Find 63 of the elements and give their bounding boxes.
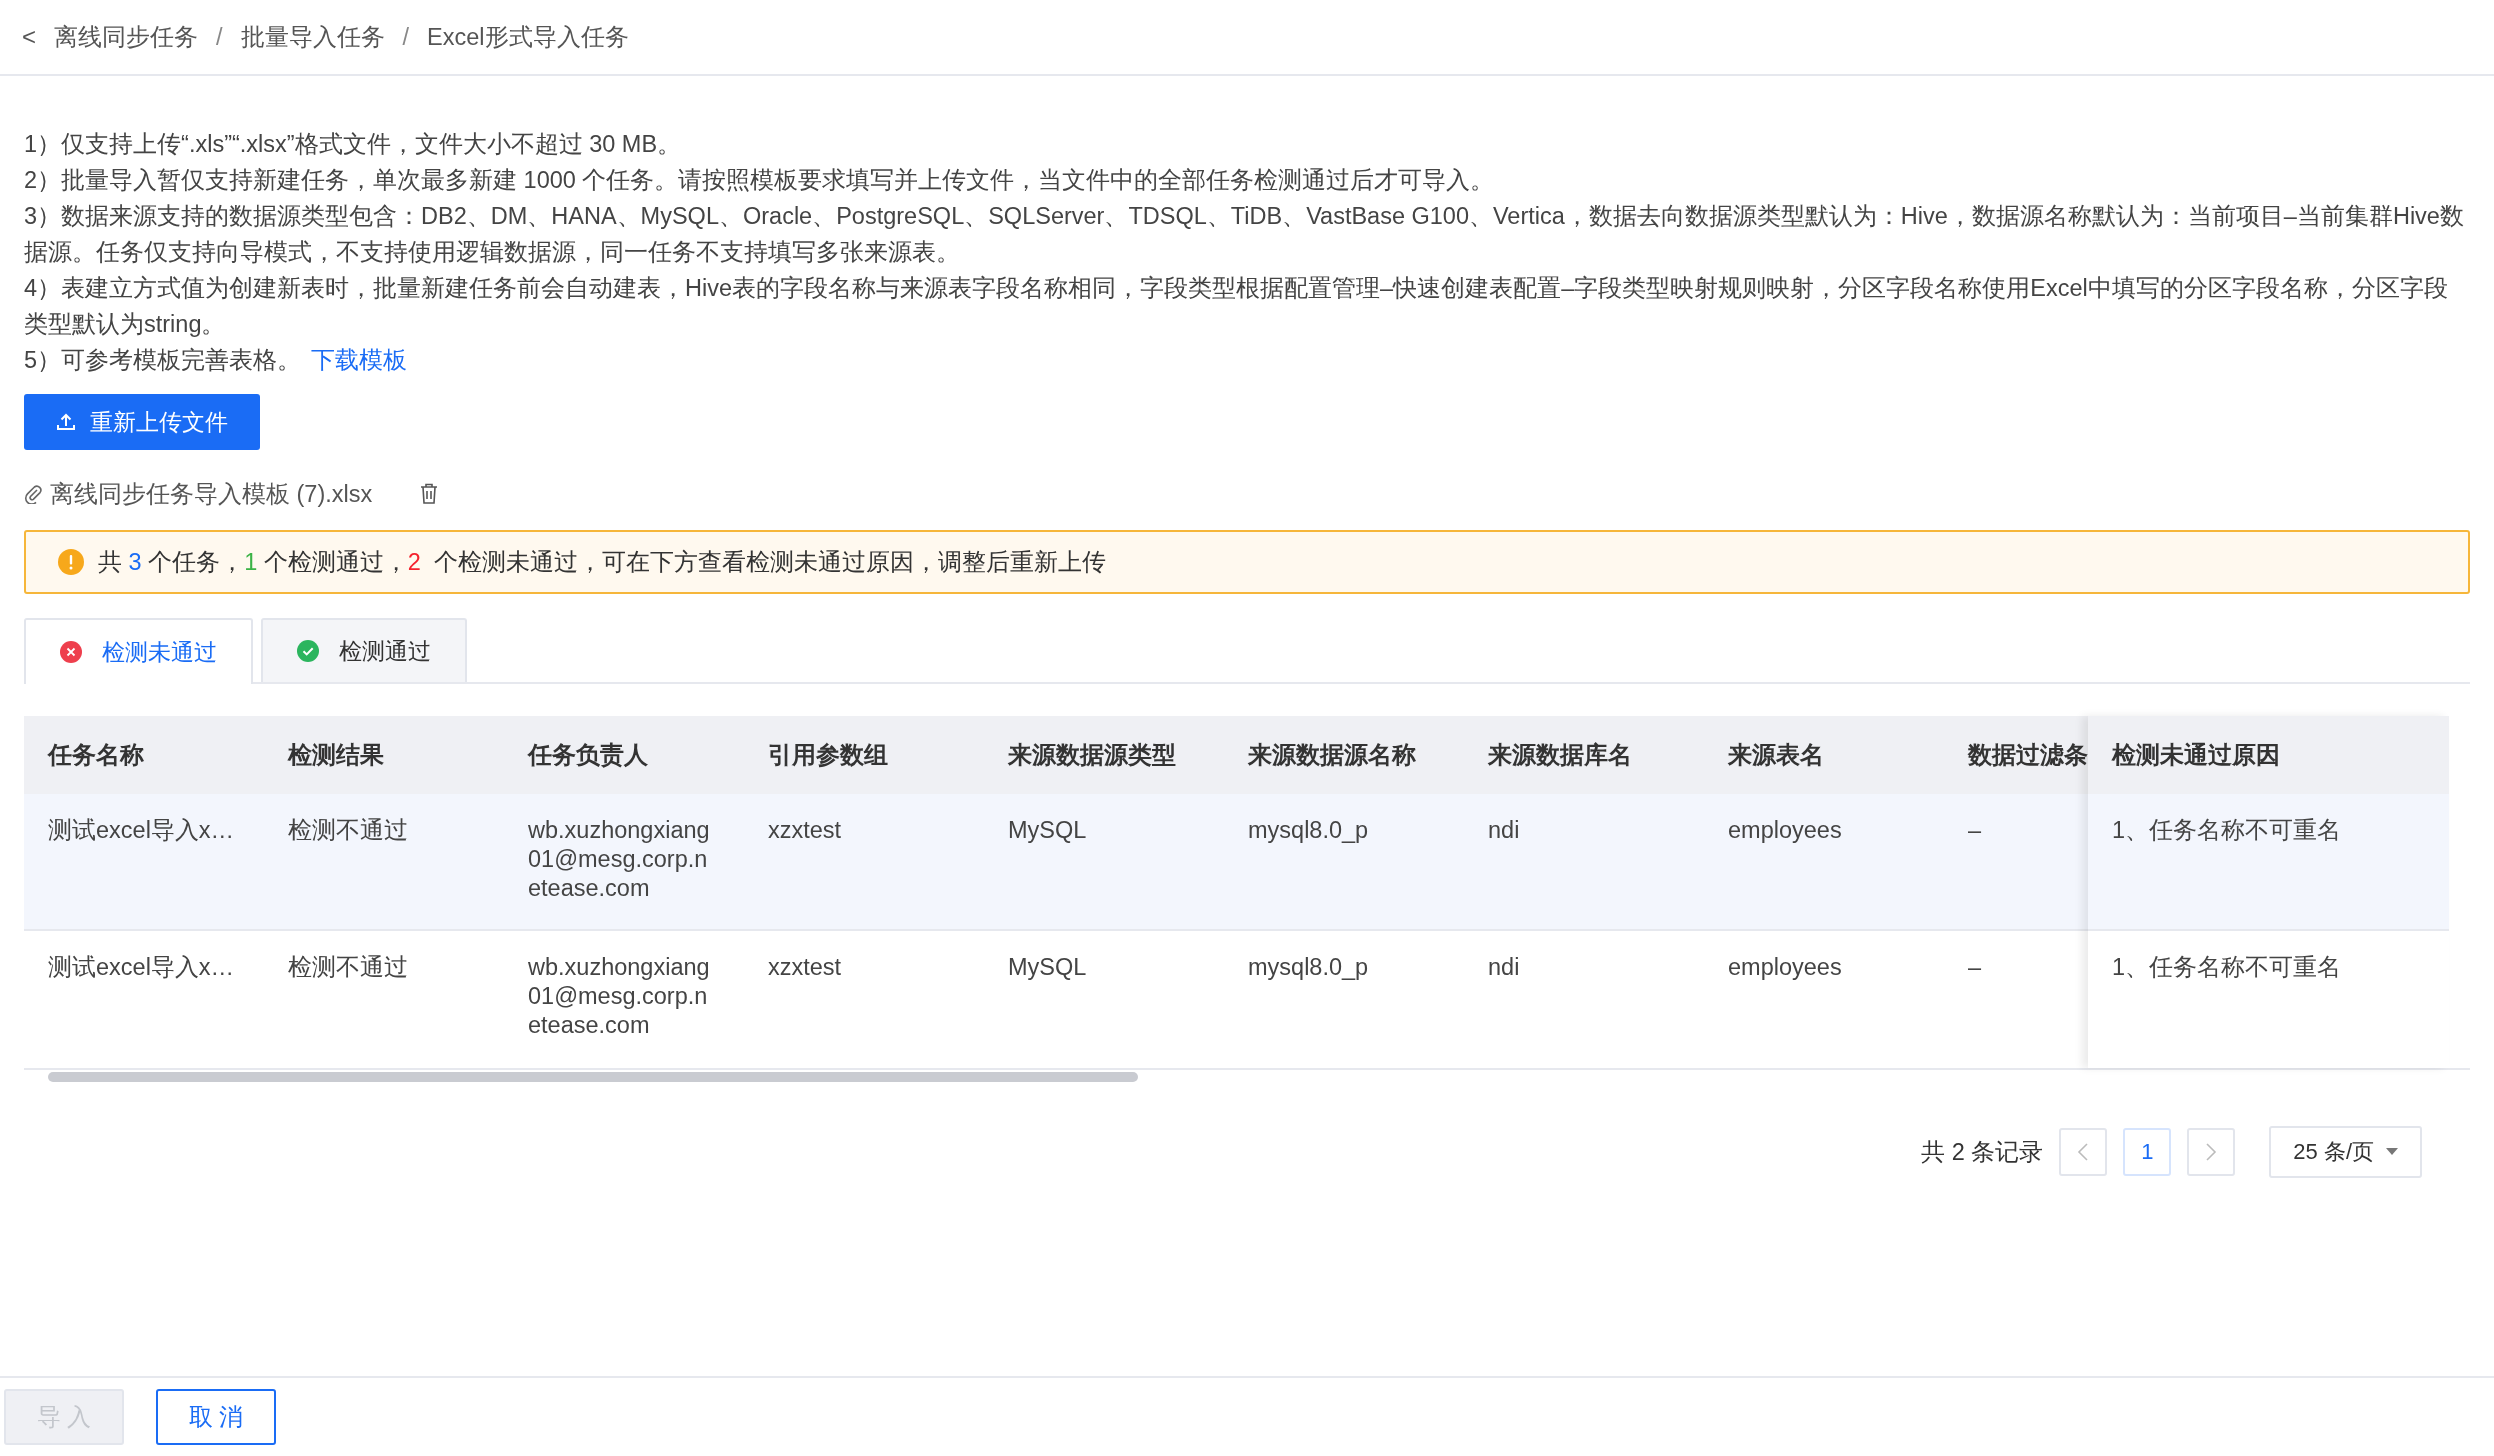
table-cell: 测试excel导入x… bbox=[24, 794, 264, 931]
breadcrumb-item[interactable]: Excel形式导入任务 bbox=[427, 21, 629, 53]
table-cell-text: xzxtest bbox=[767, 953, 843, 982]
table-cell: wb.xuzhongxiang01@mesg.corp.netease.com bbox=[504, 794, 744, 931]
column-header: 来源数据库名 bbox=[1464, 716, 1704, 794]
column-header: 来源数据源类型 bbox=[984, 716, 1224, 794]
table-cell: 检测不通过 bbox=[264, 794, 504, 931]
alert-message: 共 3 个任务，1 个检测通过，2 个检测未通过，可在下方查看检测未通过原因，调整后重新上传 bbox=[98, 548, 1106, 577]
back-button[interactable]: < bbox=[22, 23, 36, 51]
table-cell-text: mysql8.0_p bbox=[1247, 953, 1370, 982]
cancel-button[interactable]: 取 消 bbox=[156, 1389, 276, 1445]
horizontal-scrollbar[interactable] bbox=[48, 1072, 1138, 1082]
table-cell: MySQL bbox=[984, 794, 1224, 931]
breadcrumb-item[interactable]: 离线同步任务 bbox=[54, 21, 198, 53]
column-header: 检测未通过原因 bbox=[2088, 716, 2449, 794]
instruction-text: 5）可参考模板完善表格。 下载模板 bbox=[24, 346, 409, 375]
column-header: 数据过滤条 bbox=[1944, 716, 2088, 794]
caret-icon bbox=[2386, 1148, 2398, 1156]
page-button[interactable]: 1 bbox=[2123, 1128, 2172, 1176]
column-header: 来源表名 bbox=[1704, 716, 1944, 794]
previous-page-button[interactable] bbox=[2059, 1128, 2108, 1176]
table-cell-text: MySQL bbox=[1007, 953, 1088, 982]
table-cell: mysql8.0_p bbox=[1224, 794, 1464, 931]
table-cell-text: – bbox=[1967, 953, 1983, 982]
warning-icon bbox=[58, 549, 84, 575]
table-cell: 1、任务名称不可重名 bbox=[2088, 794, 2449, 931]
error-icon bbox=[60, 641, 82, 663]
table-cell-text: wb.xuzhongxiang01@mesg.corp.netease.com bbox=[527, 953, 711, 1040]
instruction-text: 3）数据来源支持的数据源类型包含：DB2、DM、HANA、MySQL、Oracle、PostgreSQL、SQLServer、TDSQL、TiDB、VastBase G100、Vertica，数据去向数据源类型默认为：Hive，数据源名称默认为：当前项目–当前集群Hive数据源。任务仅支持向导模式，不支持使用逻辑数据源，同一任务不支持填写多张来源表。 bbox=[24, 202, 2465, 267]
column-header: 引用参数组 bbox=[744, 716, 984, 794]
table-cell-text: 测试excel导入x… bbox=[47, 953, 236, 982]
file-name: 离线同步任务导入模板 (7).xlsx bbox=[50, 480, 373, 509]
trash-icon[interactable] bbox=[420, 483, 439, 505]
upload-icon bbox=[56, 412, 76, 432]
table-cell-text: ndi bbox=[1487, 953, 1521, 982]
breadcrumb-item[interactable]: 批量导入任务 bbox=[240, 21, 385, 53]
table-cell-text: 1、任务名称不可重名 bbox=[2111, 953, 2343, 982]
reupload-button[interactable]: 重新上传文件 bbox=[24, 394, 260, 450]
check-icon bbox=[297, 640, 319, 662]
chevron-right-icon bbox=[2205, 1142, 2218, 1162]
attachment-icon bbox=[24, 484, 42, 504]
breadcrumb-separator: / bbox=[402, 23, 410, 51]
result-tab[interactable]: 检测通过 bbox=[261, 618, 467, 682]
instruction-text: 4）表建立方式值为创建新表时，批量新建任务前会自动建表，Hive表的字段名称与来源表字段名称相同，字段类型根据配置管理–快速创建表配置–字段类型映射规则映射，分区字段名称使用Excel中填写的分区字段名称，分区字段类型默认为string。 bbox=[24, 274, 2449, 339]
column-header: 来源数据源名称 bbox=[1224, 716, 1464, 794]
chevron-left-icon bbox=[2077, 1142, 2090, 1162]
instruction-text: 2）批量导入暂仅支持新建任务，单次最多新建 1000 个任务。请按照模板要求填写并上传文件，当文件中的全部任务检测通过后才可导入。 bbox=[24, 166, 1496, 195]
column-header: 任务名称 bbox=[24, 716, 264, 794]
instruction-text: 1）仅支持上传“.xls”“.xlsx”格式文件，文件大小不超过 30 MB。 bbox=[24, 130, 683, 159]
table-cell: employees bbox=[1704, 794, 1944, 931]
next-page-button[interactable] bbox=[2187, 1128, 2236, 1176]
page-size-select[interactable]: 25 条/页 bbox=[2269, 1126, 2422, 1178]
download-template-link[interactable]: 下载模板 bbox=[311, 347, 408, 373]
result-tab[interactable]: 检测未通过 bbox=[24, 618, 253, 684]
table-cell-text: 检测不通过 bbox=[287, 953, 409, 982]
table-cell: ndi bbox=[1464, 794, 1704, 931]
breadcrumb-separator: / bbox=[216, 23, 223, 51]
column-header: 任务负责人 bbox=[504, 716, 744, 794]
table-cell: xzxtest bbox=[744, 794, 984, 931]
table-cell-text: employees bbox=[1727, 953, 1843, 982]
column-header: 检测结果 bbox=[264, 716, 504, 794]
table-cell: – bbox=[1944, 794, 2088, 931]
total-records: 共 2 条记录 bbox=[1921, 1138, 2044, 1167]
